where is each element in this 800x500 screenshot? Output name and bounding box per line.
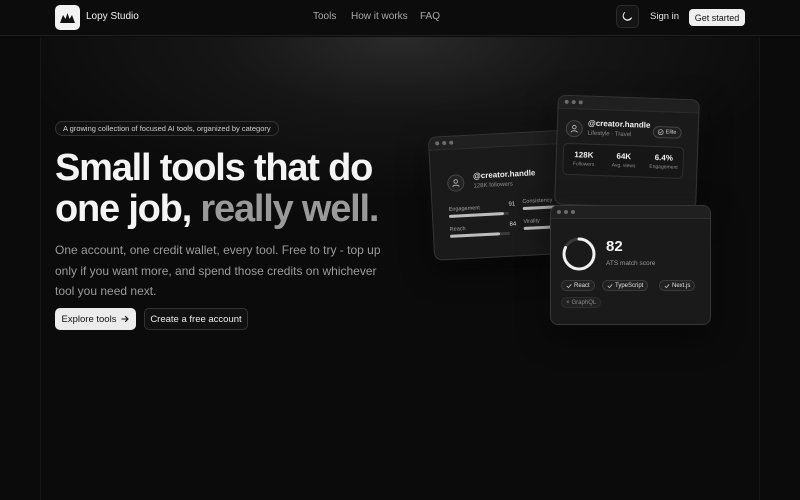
skill-tag: Next.js: [659, 280, 696, 291]
hero-subtitle: One account, one credit wallet, every to…: [55, 243, 381, 298]
ats-score-card: 82 ATS match score React TypeScript Next…: [550, 205, 711, 325]
stat-followers: 128K Followers: [572, 150, 595, 168]
nav-link-faq[interactable]: FAQ: [420, 11, 440, 22]
stat-engagement: 6.4% Engagement: [649, 152, 678, 171]
metric-label: Reach: [449, 226, 466, 233]
metric-value: 91: [508, 201, 516, 208]
nav-link-how-it-works[interactable]: How it works: [351, 11, 408, 22]
hero-divider-left: [40, 37, 41, 500]
metric-bar: [448, 211, 510, 218]
profile-category: Lifestyle · Travel: [587, 130, 632, 139]
ats-score-value: 82: [606, 238, 623, 255]
explore-tools-label: Explore tools: [61, 313, 117, 325]
hero-title-line2: one job, really well.: [55, 188, 379, 230]
moon-icon: [622, 11, 633, 21]
user-icon: [565, 119, 584, 138]
get-started-button[interactable]: Get started: [689, 9, 745, 26]
skill-tag: React: [561, 280, 595, 291]
brand-name[interactable]: Lopy Studio: [86, 11, 139, 22]
sign-in-link[interactable]: Sign in: [650, 11, 679, 22]
score-ring: [562, 237, 596, 271]
ats-score-label: ATS match score: [606, 260, 656, 267]
check-icon: [566, 283, 572, 288]
stat-avg-views: 64K Avg. views: [611, 151, 636, 170]
hero-title-emphasis: one job,: [55, 188, 192, 230]
create-account-button[interactable]: Create a free account: [144, 308, 248, 330]
logo-icon[interactable]: [55, 5, 80, 30]
elite-badge: Elite: [652, 125, 682, 139]
metric-label: Engagement: [448, 205, 481, 213]
metric-label: Consistency: [522, 197, 553, 206]
hero-title-line1: Small tools that do: [55, 147, 373, 189]
arrow-right-icon: [121, 315, 130, 323]
hero-title-muted: really well.: [200, 188, 379, 230]
metric-value: 84: [509, 221, 517, 228]
profile-stats: 128K Followers 64K Avg. views 6.4% Engag…: [562, 142, 685, 179]
missing-skill-tag: × GraphQL: [561, 297, 602, 308]
user-icon: [446, 174, 465, 192]
top-navbar: Lopy Studio Tools How it works FAQ Sign …: [0, 0, 800, 36]
creator-profile-card: @creator.handle Lifestyle · Travel Elite…: [554, 94, 700, 210]
check-circle-icon: [657, 129, 664, 135]
explore-tools-button[interactable]: Explore tools: [55, 308, 136, 330]
announcement-pill: A growing collection of focused AI tools…: [55, 121, 279, 136]
window-titlebar: [558, 95, 699, 114]
metric-label: Virality: [523, 218, 540, 226]
elite-badge-label: Elite: [665, 129, 677, 136]
theme-toggle-button[interactable]: [616, 5, 639, 28]
x-icon: ×: [566, 299, 570, 306]
creator-handle: @creator.handle: [472, 168, 536, 181]
nav-link-tools[interactable]: Tools: [313, 11, 336, 22]
check-icon: [607, 283, 613, 288]
creator-followers: 128K followers: [473, 181, 513, 190]
window-titlebar: [551, 206, 710, 219]
skill-tag: TypeScript: [602, 280, 649, 291]
hero-divider-right: [759, 37, 760, 500]
metric-bar: [450, 231, 511, 238]
hero-title: Small tools that do one job, really well…: [55, 147, 379, 230]
check-icon: [664, 283, 670, 288]
profile-handle: @creator.handle: [587, 118, 651, 130]
